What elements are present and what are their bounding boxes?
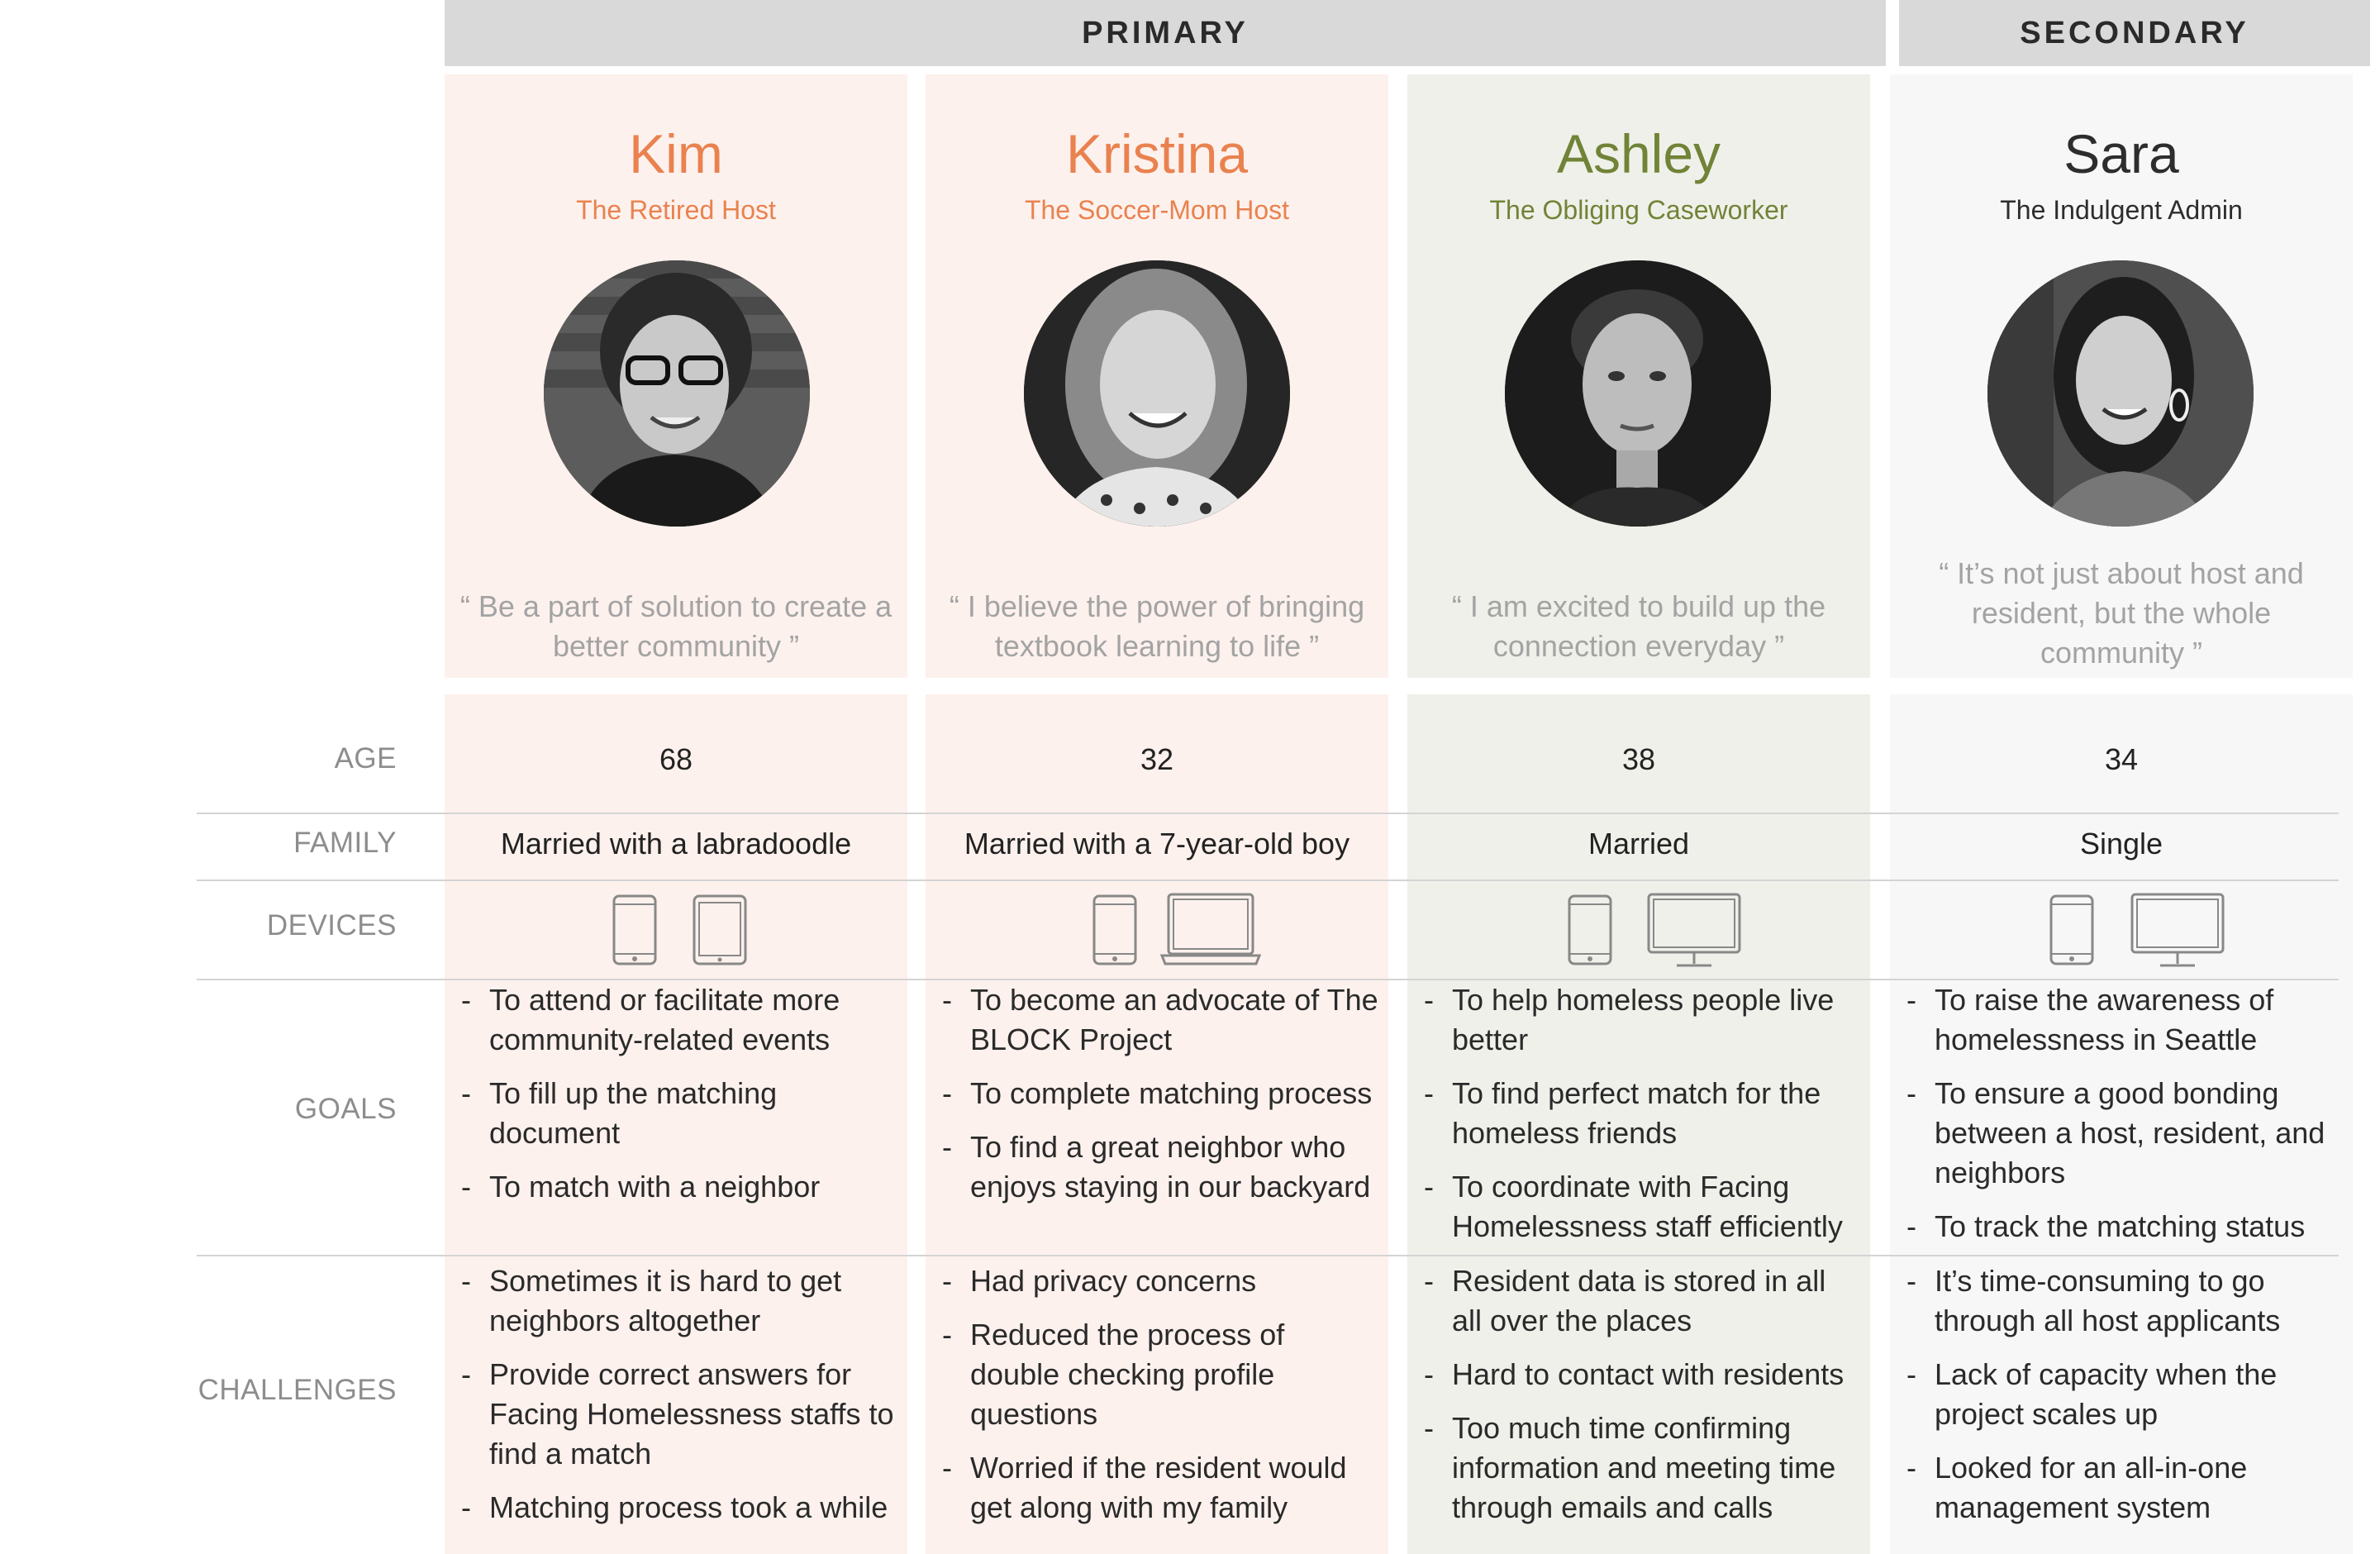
goals-list-kim: - To attend or facilitate more community-… [461, 980, 899, 1221]
family-value: Single [2079, 827, 2163, 860]
list-item: - Resident data is stored in all all over… [1424, 1264, 1826, 1337]
persona-subtitle: The Obliging Caseworker [1489, 195, 1788, 225]
primary-header: PRIMARY [445, 0, 1886, 66]
persona-subtitle: The Indulgent Admin [2000, 195, 2243, 225]
family-value: Married with a 7-year-old boy [964, 827, 1350, 860]
persona-subtitle: The Retired Host [576, 195, 776, 225]
persona-quote: “ It’s not just about host and resident,… [1939, 556, 2304, 670]
laptop-icon [1160, 893, 1261, 965]
row-label-age: AGE [334, 742, 397, 775]
persona-quote: “ I believe the power of bringing textbo… [949, 589, 1365, 663]
list-item: - Had privacy concerns [942, 1264, 1257, 1298]
phone-icon [2049, 894, 2094, 965]
persona-quote: “ I am excited to build up the connectio… [1451, 589, 1826, 663]
monitor-icon [1647, 893, 1741, 967]
persona-card-sara: Sara The Indulgent Admin “ It’s not just… [1890, 74, 2353, 678]
secondary-header-label: SECONDARY [2020, 15, 2249, 50]
avatar [1987, 260, 2254, 527]
avatar [544, 260, 810, 527]
age-value: 32 [1140, 742, 1174, 776]
persona-name: Kristina [1065, 123, 1249, 184]
list-item: - To complete matching process [942, 1076, 1373, 1110]
list-item: - To help homeless people live better [1424, 983, 1835, 1056]
goals-list-sara: - To raise the awareness of homelessness … [1906, 980, 2344, 1261]
list-item: - To coordinate with Facing Homelessness … [1424, 1170, 1843, 1243]
challenges-list-ashley: - Resident data is stored in all all over… [1424, 1261, 1862, 1542]
list-item: - To track the matching status [1906, 1209, 2306, 1243]
persona-name: Ashley [1556, 123, 1721, 184]
persona-card-ashley: Ashley The Obliging Caseworker “ I am ex… [1407, 74, 1870, 678]
list-item: - It’s time-consuming to go through all h… [1906, 1264, 2281, 1337]
list-item: - To attend or facilitate more community-… [461, 983, 840, 1056]
monitor-icon [2130, 893, 2225, 967]
list-item: - Sometimes it is hard to get neighbors a… [461, 1264, 842, 1337]
list-item: - To find a great neighbor who enjoys sta… [942, 1130, 1371, 1204]
list-item: - Hard to contact with residents [1424, 1357, 1844, 1391]
list-item: - Lack of capacity when the project scale… [1906, 1357, 2278, 1431]
list-item: - Looked for an all-in-one management sys… [1906, 1451, 2248, 1524]
row-divider [197, 813, 2339, 814]
list-item: - To fill up the matching document [461, 1076, 778, 1150]
phone-icon [1568, 894, 1612, 965]
list-item: - Provide correct answers for Facing Home… [461, 1357, 894, 1471]
secondary-header: SECONDARY [1899, 0, 2370, 66]
goals-list-kristina: - To become an advocate of The BLOCK Proj… [942, 980, 1380, 1221]
list-item: - Reduced the process of double checking … [942, 1318, 1285, 1431]
row-label-goals: GOALS [294, 1093, 397, 1125]
challenges-list-sara: - It’s time-consuming to go through all h… [1906, 1261, 2344, 1542]
list-item: - To find perfect match for the homeless … [1424, 1076, 1821, 1150]
challenges-list-kim: - Sometimes it is hard to get neighbors a… [461, 1261, 899, 1542]
goals-list-ashley: - To help homeless people live better - To… [1424, 980, 1862, 1261]
persona-subtitle: The Soccer-Mom Host [1024, 195, 1290, 225]
persona-card-kim: Kim The Retired Host “ Be a part of solu… [445, 74, 907, 678]
list-item: - Too much time confirming information an… [1424, 1411, 1836, 1524]
list-item: - To raise the awareness of homelessness … [1906, 983, 2274, 1056]
age-value: 34 [2104, 742, 2139, 776]
row-label-challenges: CHALLENGES [198, 1374, 397, 1406]
age-value: 68 [659, 742, 693, 776]
list-item: - To ensure a good bonding between a host… [1906, 1076, 2325, 1189]
list-item: - To become an advocate of The BLOCK Proj… [942, 983, 1378, 1056]
family-value: Married [1587, 827, 1690, 860]
avatar [1024, 260, 1290, 527]
row-divider [197, 879, 2339, 881]
primary-header-label: PRIMARY [1082, 15, 1249, 50]
row-label-family: FAMILY [293, 827, 397, 859]
avatar [1505, 260, 1771, 527]
persona-quote: “ Be a part of solution to create a bett… [459, 589, 892, 663]
persona-name: Kim [629, 123, 723, 184]
persona-card-kristina: Kristina The Soccer-Mom Host “ I believe… [926, 74, 1388, 678]
row-label-devices: DEVICES [266, 909, 397, 941]
list-item: - Worried if the resident would get along… [942, 1451, 1347, 1524]
family-value: Married with a labradoodle [500, 827, 852, 860]
phone-icon [612, 894, 657, 965]
list-item: - Matching process took a while [461, 1490, 888, 1524]
phone-icon [1092, 894, 1137, 965]
age-value: 38 [1621, 742, 1656, 776]
challenges-list-kristina: - Had privacy concerns - Reduced the proce… [942, 1261, 1380, 1542]
list-item: - To match with a neighbor [461, 1170, 821, 1204]
tablet-icon [693, 894, 747, 965]
persona-name: Sara [2063, 123, 2179, 184]
